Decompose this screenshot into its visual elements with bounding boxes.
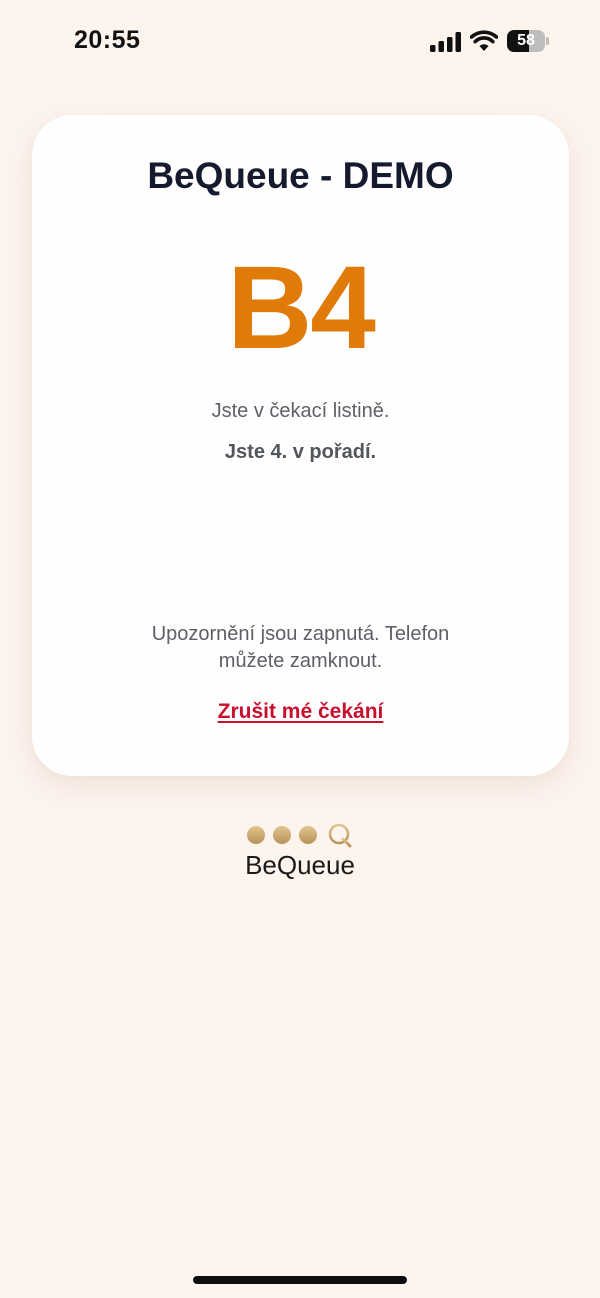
- ticket-number: B4: [227, 242, 376, 374]
- cancel-waiting-link[interactable]: Zrušit mé čekání: [32, 700, 569, 724]
- battery-nub: [546, 37, 549, 45]
- brand-logo: BeQueue: [0, 820, 600, 890]
- status-bar: 20:55 58: [0, 0, 600, 84]
- signal-icon: [430, 32, 461, 52]
- home-indicator[interactable]: [193, 1276, 407, 1284]
- wifi-icon: [470, 30, 498, 51]
- battery-body: 58: [507, 30, 545, 52]
- queue-position: Jste 4. v pořadí.: [224, 441, 377, 463]
- brand-name: BeQueue: [245, 850, 355, 880]
- waitlist-status: Jste v čekací listině.: [211, 400, 390, 422]
- app-screen: 20:55 58 BeQueue - DEMO B4 Jste v čekací…: [0, 0, 600, 1298]
- ticket-card: BeQueue - DEMO B4 Jste v čekací listině.…: [32, 115, 569, 776]
- battery-icon: 58: [507, 30, 549, 52]
- bequeue-logo-icon: [247, 823, 352, 848]
- notification-notice: Upozornění jsou zapnutá. Telefon můžete …: [151, 623, 450, 672]
- card-title: BeQueue - DEMO: [147, 155, 454, 196]
- status-time: 20:55: [74, 26, 141, 54]
- battery-level: 58: [517, 32, 535, 49]
